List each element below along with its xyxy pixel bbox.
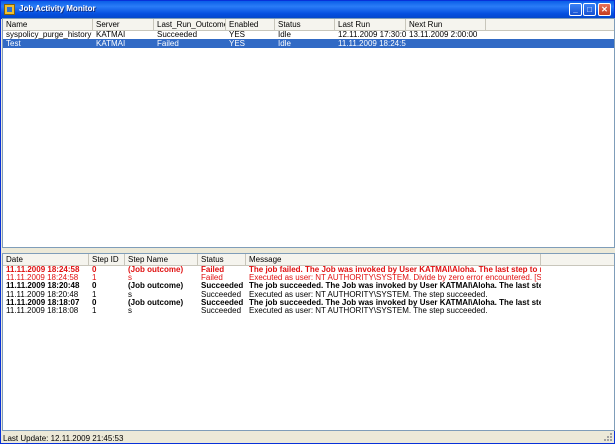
minimize-icon: _: [573, 5, 578, 14]
cell-next-run: [406, 39, 486, 48]
cell-server: KATMAI: [96, 30, 126, 39]
cell-date: 11.11.2009 18:18:08: [6, 306, 79, 315]
maximize-icon: □: [587, 5, 592, 14]
table-row[interactable]: syspolicy_purge_history KATMAI Succeeded…: [3, 30, 614, 39]
column-header-step-id[interactable]: Step ID: [89, 254, 125, 265]
table-row-selected[interactable]: Test KATMAI Failed YES Idle 11.11.2009 1…: [3, 39, 614, 48]
column-header-status[interactable]: Status: [275, 19, 335, 30]
column-header-message[interactable]: Message: [246, 254, 541, 265]
jobs-list[interactable]: Name Server Last_Run_Outcome Enabled Sta…: [2, 18, 615, 248]
cell-outcome: Succeeded: [157, 30, 198, 39]
column-header-name[interactable]: Name: [3, 19, 93, 30]
cell-name: Test: [6, 39, 21, 48]
close-button[interactable]: ✕: [598, 3, 611, 16]
column-header-step-name[interactable]: Step Name: [125, 254, 198, 265]
resize-grip-icon[interactable]: [603, 432, 612, 441]
maximize-button[interactable]: □: [583, 3, 596, 16]
cell-last-run: 11.11.2009 18:24:58: [338, 39, 406, 48]
window-title: Job Activity Monitor: [19, 4, 96, 13]
main-window: Job Activity Monitor _ □ ✕ Name Server L…: [0, 0, 615, 444]
close-icon: ✕: [601, 5, 608, 14]
cell-outcome: Failed: [157, 39, 179, 48]
column-header-last-run[interactable]: Last Run: [335, 19, 406, 30]
cell-message: Executed as user: NT AUTHORITY\SYSTEM. T…: [249, 306, 488, 315]
column-header-next-run[interactable]: Next Run: [406, 19, 486, 30]
minimize-button[interactable]: _: [569, 3, 582, 16]
history-list[interactable]: Date Step ID Step Name Status Message 11…: [2, 253, 615, 431]
cell-status: Idle: [278, 39, 291, 48]
column-header-date[interactable]: Date: [3, 254, 89, 265]
cell-status: Succeeded: [201, 306, 242, 315]
column-header-enabled[interactable]: Enabled: [226, 19, 275, 30]
title-bar[interactable]: Job Activity Monitor _ □ ✕: [1, 1, 614, 19]
cell-step-name: s: [128, 306, 132, 315]
cell-last-run: 12.11.2009 17:30:05: [338, 30, 406, 39]
cell-server: KATMAI: [96, 39, 126, 48]
table-row[interactable]: 11.11.2009 18:18:08 1 s Succeeded Executed a…: [3, 306, 614, 315]
app-icon: [4, 4, 15, 15]
cell-status: Idle: [278, 30, 291, 39]
column-header-outcome[interactable]: Last_Run_Outcome: [154, 19, 226, 30]
cell-step-id: 1: [92, 306, 97, 315]
cell-next-run: 13.11.2009 2:00:00: [409, 30, 478, 39]
cell-enabled: YES: [229, 39, 246, 48]
status-bar-text: Last Update: 12.11.2009 21:45:53: [3, 434, 124, 443]
cell-name: syspolicy_purge_history: [6, 30, 92, 39]
column-header-status[interactable]: Status: [198, 254, 246, 265]
cell-enabled: YES: [229, 30, 246, 39]
column-header-server[interactable]: Server: [93, 19, 154, 30]
